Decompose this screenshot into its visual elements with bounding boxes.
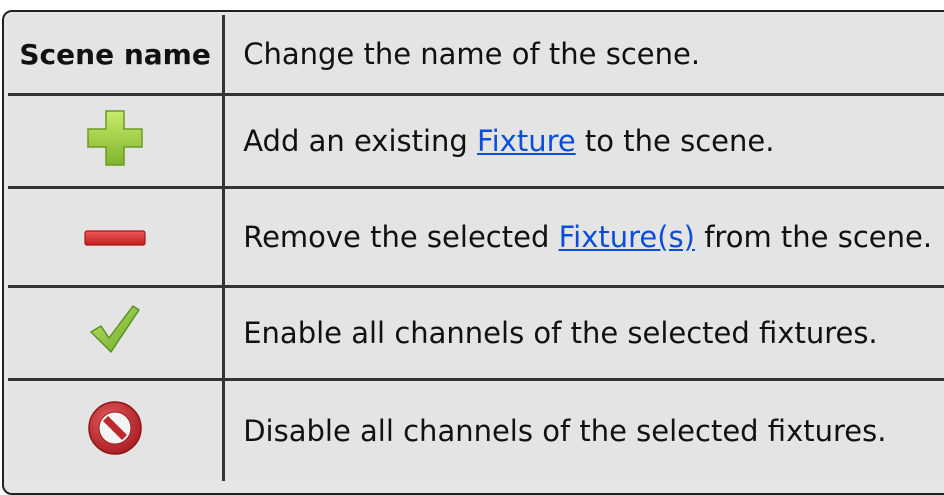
fixture-link[interactable]: Fixture bbox=[477, 124, 576, 158]
checkmark-icon bbox=[87, 302, 143, 365]
key-cell bbox=[8, 381, 226, 481]
description-text-after: to the scene. bbox=[575, 124, 775, 158]
fixtures-link[interactable]: Fixture(s) bbox=[559, 220, 695, 254]
help-table-frame: Scene name Change the name of the scene. bbox=[2, 10, 944, 495]
description-text: Disable all channels of the selected fix… bbox=[243, 414, 887, 448]
scene-editor-help-table: Scene name Change the name of the scene. bbox=[8, 15, 944, 481]
description-cell: Disable all channels of the selected fix… bbox=[225, 381, 944, 481]
remove-minus-icon bbox=[83, 221, 147, 255]
description-text-before: Remove the selected bbox=[243, 220, 559, 254]
key-cell bbox=[8, 288, 226, 381]
description-text-before: Add an existing bbox=[243, 124, 478, 158]
disable-icon bbox=[85, 398, 145, 465]
description-cell: Remove the selected Fixture(s) from the … bbox=[225, 189, 944, 288]
key-cell bbox=[8, 96, 226, 189]
table-row: Disable all channels of the selected fix… bbox=[8, 381, 944, 481]
key-cell bbox=[8, 189, 226, 288]
table-row: Add an existing Fixture to the scene. bbox=[8, 96, 944, 189]
scene-name-label: Scene name bbox=[19, 38, 211, 71]
table-row: Scene name Change the name of the scene. bbox=[8, 15, 944, 96]
description-text-after: from the scene. bbox=[694, 220, 933, 254]
table-row: Enable all channels of the selected fixt… bbox=[8, 288, 944, 381]
add-plus-icon bbox=[84, 107, 146, 176]
table-row: Remove the selected Fixture(s) from the … bbox=[8, 189, 944, 288]
description-text: Enable all channels of the selected fixt… bbox=[243, 316, 878, 350]
description-cell: Change the name of the scene. bbox=[225, 15, 944, 96]
description-text: Change the name of the scene. bbox=[243, 37, 701, 71]
description-cell: Add an existing Fixture to the scene. bbox=[225, 96, 944, 189]
key-cell: Scene name bbox=[8, 15, 226, 96]
description-cell: Enable all channels of the selected fixt… bbox=[225, 288, 944, 381]
